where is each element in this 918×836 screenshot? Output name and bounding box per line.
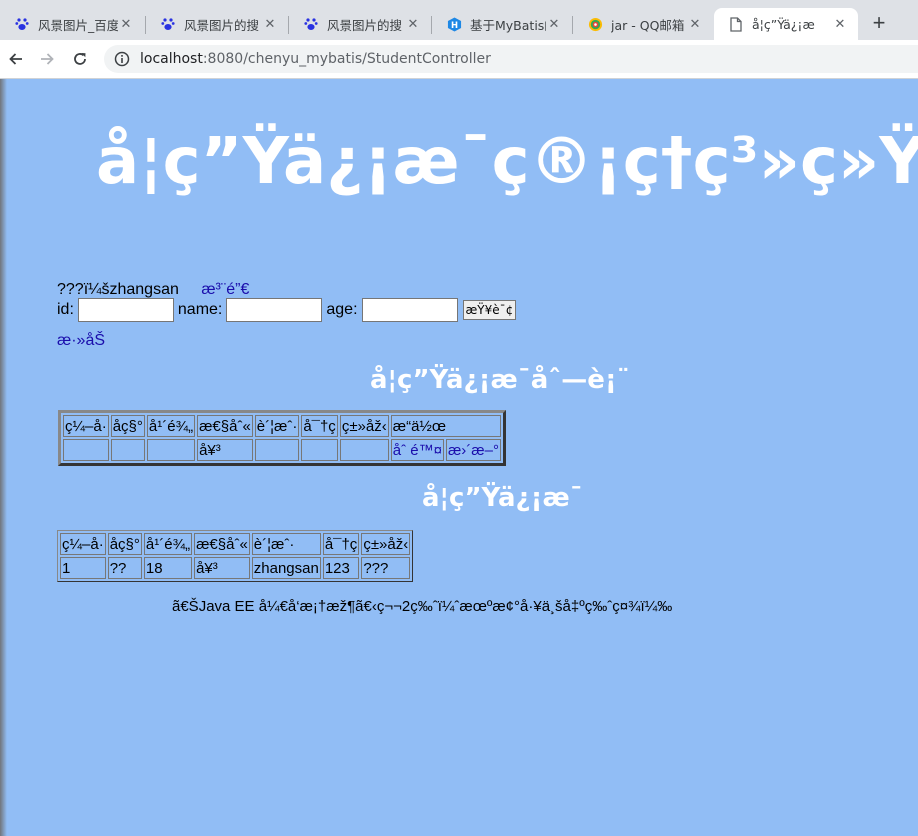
id-label: id: <box>57 301 74 318</box>
table-cell: ??? <box>361 557 411 579</box>
table-cell <box>63 439 109 461</box>
table-cell: ?? <box>107 557 142 579</box>
tab-baidu-3[interactable]: 风景图片的搜 ✕ <box>289 8 431 40</box>
close-icon[interactable]: ✕ <box>687 17 703 32</box>
table-cell: 18 <box>143 557 193 579</box>
header-cell: å¹´é¾„ <box>143 533 193 555</box>
back-button[interactable] <box>5 48 27 70</box>
tab-baidu-1[interactable]: 风景图片_百度 ✕ <box>0 8 144 40</box>
student-info-table: ç¼–å· åç§° å¹´é¾„ æ€§åˆ« è´¦æˆ· å¯†ç ç±»… <box>57 530 414 582</box>
table-cell <box>301 439 338 461</box>
close-icon[interactable]: ✕ <box>118 17 134 32</box>
header-cell: è´¦æˆ· <box>254 415 300 437</box>
header-cell: æ€§åˆ« <box>197 415 253 437</box>
tab-baidu-2[interactable]: 风景图片的搜 ✕ <box>146 8 288 40</box>
tab-title: jar - QQ邮箱 <box>611 17 685 33</box>
page-footer: ã€ŠJava EE å¼€å‘æ¡†æž¶ã€‹ç¬¬2ç‰ˆï¼ˆæœºæ¢… <box>172 598 673 615</box>
tab-title: å¦ç”Ÿä¿¡æ <box>752 16 815 32</box>
search-button[interactable]: æŸ¥è¯¢ <box>462 300 517 320</box>
tab-title: 基于MyBatis的 <box>470 17 546 33</box>
info-heading: å¦ç”Ÿä¿¡æ¯ <box>422 483 583 513</box>
info-icon <box>114 51 130 67</box>
table-cell <box>146 439 196 461</box>
table-cell <box>110 439 145 461</box>
qq-mail-icon <box>587 16 603 32</box>
name-label: name: <box>177 301 223 318</box>
baidu-paw-icon <box>160 16 176 32</box>
header-cell: ç±»åž‹ <box>339 415 389 437</box>
table-cell: å¥³ <box>194 557 250 579</box>
age-input[interactable] <box>361 298 458 322</box>
browser-toolbar: localhost:8080/chenyu_mybatis/StudentCon… <box>0 40 918 79</box>
student-list-table: ç¼–å· åç§° å¹´é¾„ æ€§åˆ« è´¦æˆ· å¯†ç ç±»… <box>58 410 506 466</box>
page-edge-shadow <box>0 79 7 836</box>
table-cell: å¥³ <box>197 439 253 461</box>
url-path: :8080/chenyu_mybatis/StudentController <box>202 51 491 67</box>
tab-strip: 风景图片_百度 ✕ 风景图片的搜 ✕ 风景图片的搜 ✕ H 基于MyBatis的… <box>0 0 918 40</box>
table-cell: æ›´æ–° <box>445 439 501 461</box>
close-icon[interactable]: ✕ <box>832 17 848 32</box>
greeting-line: ???ï¼šzhangsan æ³¨é”€ <box>57 281 249 299</box>
table-cell: 1 <box>60 557 106 579</box>
arrow-right-icon <box>41 53 54 65</box>
new-tab-button[interactable]: + <box>866 10 892 36</box>
reload-icon <box>74 53 86 65</box>
hexagon-h-icon: H <box>446 16 462 32</box>
header-cell: å¹´é¾„ <box>146 415 196 437</box>
tab-title: 风景图片_百度 <box>38 17 118 33</box>
url-text: localhost:8080/chenyu_mybatis/StudentCon… <box>140 51 491 67</box>
list-heading: å¦ç”Ÿä¿¡æ¯åˆ—è¡¨ <box>370 365 630 395</box>
table-header-row: ç¼–å· åç§° å¹´é¾„ æ€§åˆ« è´¦æˆ· å¯†ç ç±»… <box>63 415 501 437</box>
table-cell: 123 <box>322 557 360 579</box>
close-icon[interactable]: ✕ <box>546 17 562 32</box>
table-row: å¥³ åˆ é™¤ æ›´æ–° <box>63 439 501 461</box>
table-cell <box>254 439 300 461</box>
url-host: localhost <box>140 51 203 67</box>
id-input[interactable] <box>77 298 174 322</box>
logout-link[interactable]: æ³¨é”€ <box>201 281 249 298</box>
age-label: age: <box>326 301 358 318</box>
header-cell: ç¼–å· <box>60 533 106 555</box>
page-title: å¦ç”Ÿä¿¡æ¯ç®¡ç†ç³»ç»Ÿ <box>96 125 918 199</box>
table-row: 1 ?? 18 å¥³ zhangsan 123 ??? <box>60 557 411 579</box>
header-cell: åç§° <box>107 533 142 555</box>
greeting-text: ???ï¼šzhangsan <box>57 281 179 298</box>
delete-link[interactable]: åˆ é™¤ <box>393 442 442 459</box>
header-cell: è´¦æˆ· <box>251 533 321 555</box>
header-cell: åç§° <box>110 415 145 437</box>
header-cell: å¯†ç <box>301 415 338 437</box>
header-cell: å¯†ç <box>322 533 360 555</box>
tab-qq-mail[interactable]: jar - QQ邮箱 ✕ <box>573 8 713 40</box>
address-bar[interactable]: localhost:8080/chenyu_mybatis/StudentCon… <box>104 45 918 73</box>
table-header-row: ç¼–å· åç§° å¹´é¾„ æ€§åˆ« è´¦æˆ· å¯†ç ç±»… <box>60 533 411 555</box>
close-icon[interactable]: ✕ <box>262 17 278 32</box>
header-cell: ç¼–å· <box>63 415 109 437</box>
reload-button[interactable] <box>69 48 91 70</box>
name-input[interactable] <box>226 298 323 322</box>
header-cell: æ“ä½œ <box>390 415 501 437</box>
tab-title: 风景图片的搜 <box>184 17 260 33</box>
close-icon[interactable]: ✕ <box>405 17 421 32</box>
table-cell: åˆ é™¤ <box>390 439 444 461</box>
svg-text:H: H <box>450 19 457 29</box>
header-cell: ç±»åž‹ <box>361 533 411 555</box>
header-cell: æ€§åˆ« <box>194 533 250 555</box>
baidu-paw-icon <box>14 16 30 32</box>
add-link[interactable]: æ·»åŠ <box>57 332 105 350</box>
tab-current[interactable]: å¦ç”Ÿä¿¡æ ✕ <box>714 8 858 40</box>
page-content: å¦ç”Ÿä¿¡æ¯ç®¡ç†ç³»ç»Ÿ ???ï¼šzhangsan æ³¨… <box>0 79 918 836</box>
tab-title: 风景图片的搜 <box>327 17 403 33</box>
table-cell <box>339 439 389 461</box>
search-form: id: name: age: æŸ¥è¯¢ <box>57 298 517 322</box>
table-cell: zhangsan <box>251 557 321 579</box>
update-link[interactable]: æ›´æ–° <box>448 442 499 459</box>
arrow-left-icon <box>9 53 22 65</box>
document-icon <box>728 16 744 32</box>
baidu-paw-icon <box>303 16 319 32</box>
forward-button[interactable] <box>36 48 58 70</box>
tab-mybatis[interactable]: H 基于MyBatis的 ✕ <box>432 8 572 40</box>
